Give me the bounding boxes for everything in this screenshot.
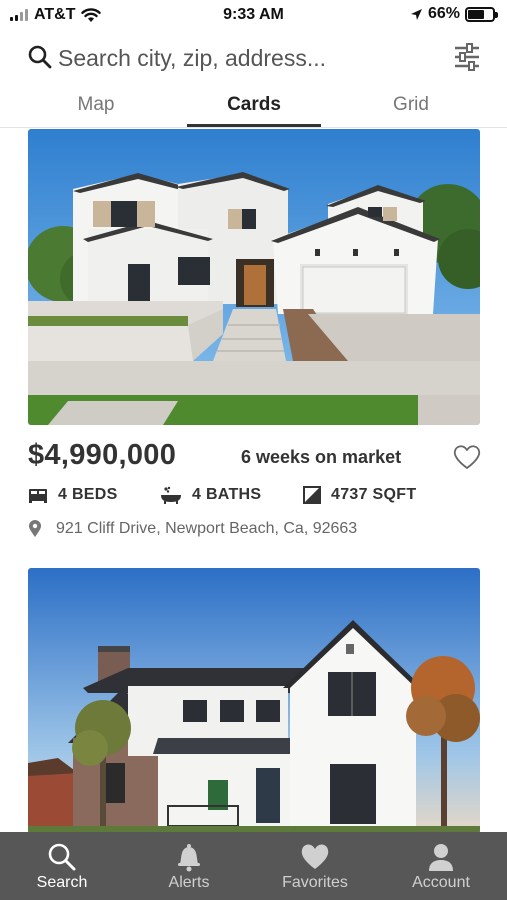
square-footage-icon	[303, 486, 321, 504]
tab-cards[interactable]: Cards	[187, 94, 321, 116]
favorite-heart-icon[interactable]	[452, 443, 482, 471]
status-right: 66%	[410, 5, 498, 23]
filter-sliders-icon[interactable]	[452, 42, 482, 72]
nav-favorites[interactable]: Favorites	[260, 832, 370, 900]
address-text: 921 Cliff Drive, Newport Beach, Ca, 9266…	[56, 520, 358, 537]
beds-count: 4 BEDS	[58, 486, 118, 503]
bed-icon	[29, 489, 47, 503]
sqft-value: 4737 SQFT	[331, 486, 417, 503]
search-icon	[28, 45, 52, 69]
listing-photo[interactable]	[28, 129, 480, 425]
battery-percent: 66%	[427, 5, 460, 22]
tab-grid[interactable]: Grid	[375, 94, 447, 116]
nav-account-label: Account	[412, 874, 470, 891]
nav-alerts[interactable]: Alerts	[134, 832, 244, 900]
nav-account[interactable]: Account	[386, 832, 496, 900]
nav-favorites-label: Favorites	[282, 874, 348, 891]
house-photo-image-second	[28, 568, 480, 834]
tab-map[interactable]: Map	[60, 94, 132, 116]
search-input[interactable]	[58, 40, 438, 76]
sqft-feature: 4737 SQFT	[303, 486, 416, 504]
listing-price: $4,990,000	[28, 439, 177, 471]
bottom-navigation: Search Alerts Favorites Account	[0, 832, 507, 900]
person-icon	[429, 844, 453, 871]
baths-feature: 4 BATHS	[160, 486, 261, 504]
house-photo-image	[28, 129, 480, 425]
nav-alerts-label: Alerts	[168, 874, 210, 891]
listing-features: 4 BEDS 4 BATHS 4737 SQFT	[28, 486, 480, 510]
active-tab-indicator	[187, 124, 321, 127]
battery-icon	[465, 6, 498, 22]
listing-address: 921 Cliff Drive, Newport Beach, Ca, 9266…	[28, 520, 357, 538]
baths-count: 4 BATHS	[192, 486, 262, 503]
search-row	[0, 34, 507, 82]
heart-icon	[301, 844, 329, 869]
view-tabs: Map Cards Grid	[0, 88, 507, 128]
beds-feature: 4 BEDS	[28, 486, 118, 504]
bell-icon	[178, 844, 200, 872]
status-bar: AT&T 9:33 AM 66%	[0, 0, 507, 32]
nav-search-label: Search	[36, 874, 88, 891]
bathtub-icon	[161, 486, 181, 504]
listing-photo-second[interactable]	[28, 568, 480, 834]
search-icon	[48, 843, 76, 871]
location-arrow-icon	[410, 8, 422, 20]
location-pin-icon	[29, 520, 41, 537]
days-on-market: 6 weeks on market	[241, 447, 402, 467]
nav-search[interactable]: Search	[7, 832, 117, 900]
